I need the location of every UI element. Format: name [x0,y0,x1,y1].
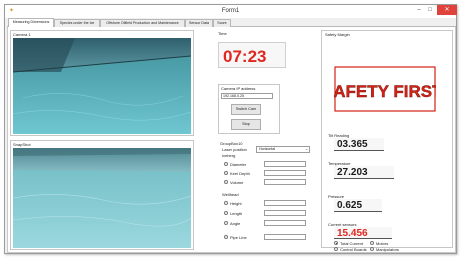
volume-label: Volume [230,180,244,185]
control-boards-radio[interactable] [334,247,338,251]
total-current-label: Total Current [340,241,363,246]
camera-panel-title: Camera 1 [13,32,31,37]
diameter-input[interactable] [264,161,306,167]
safety-sign-graphic: SAFETY FIRST! [334,66,436,112]
tilt-reading-display: 03.365 [334,138,384,151]
tab-content: Camera 1 SnapShot Time 07:23 Camera IP a… [7,27,456,253]
keel-depth-input[interactable] [264,170,306,176]
close-button[interactable]: ✕ [437,5,457,15]
height-label: Height [230,201,242,206]
height-input[interactable] [264,200,306,206]
manipulators-radio[interactable] [370,247,374,251]
chevron-down-icon: ⌄ [305,147,308,151]
angle-label: Angle [230,221,241,226]
tab-score[interactable]: Score [213,19,231,27]
safety-margin-label: Safety Margin [325,32,350,37]
control-boards-label: Control Boards [340,247,367,252]
camera-ip-panel: Camera IP address 192.168.0.25 Switch Ca… [218,84,280,134]
angle-radio[interactable] [224,221,228,225]
measurement-panel: GroupBox10 Laser position Horizontal ⌄ I… [218,140,312,250]
keel-depth-label: Keel Depth [230,171,250,176]
time-panel: Time 07:23 [214,30,310,88]
app-window: ✦ Form1 – □ ✕ Measuring Dimensions Speci… [4,4,457,254]
keel-depth-radio[interactable] [224,171,228,175]
motors-radio[interactable] [370,241,374,245]
stop-button[interactable]: Stop [231,119,261,130]
length-label: Length [230,211,243,216]
camera-panel: Camera 1 [10,30,194,136]
snapshot-image [13,148,191,248]
length-input[interactable] [264,210,306,216]
pressure-value: 0.625 [337,200,363,211]
total-current-radio[interactable] [334,241,338,245]
volume-input[interactable] [264,179,306,185]
snapshot-panel-title: SnapShot [13,142,31,147]
diameter-label: Diameter [230,162,247,167]
tab-strip: Measuring Dimensions Species under the I… [7,18,456,28]
angle-input[interactable] [264,220,306,226]
camera-ip-input[interactable]: 192.168.0.25 [221,93,273,99]
time-value: 07:23 [223,47,267,66]
window-title: Form1 [221,8,240,14]
measurement-panel-title: GroupBox10 [220,141,243,146]
iceberg-label: Iceberg [222,153,236,158]
laser-position-select[interactable]: Horizontal ⌄ [256,146,310,153]
tab-species-under-ice[interactable]: Species under the Ice [54,19,100,27]
safety-sign-text: SAFETY FIRST! [334,82,436,101]
camera-feed [13,38,191,134]
maximize-button[interactable]: □ [425,5,435,15]
time-display: 07:23 [218,42,286,68]
laser-position-label: Laser position [222,147,247,152]
diameter-radio[interactable] [224,162,228,166]
wellhead-label: Wellhead [222,192,239,197]
pipe-line-label: Pipe Line [230,235,247,240]
volume-radio[interactable] [224,180,228,184]
length-radio[interactable] [224,211,228,215]
motors-label: Motors [376,241,389,246]
pressure-display: 0.625 [334,199,382,212]
laser-position-value: Horizontal [259,147,276,151]
tab-offshore-oilfield[interactable]: Offshore Oilfield Production and Mainten… [100,19,185,27]
temperature-display: 27.203 [334,166,394,179]
current-sensors-display: 15.456 [334,227,392,239]
camera-ip-label: Camera IP address [221,86,256,91]
safety-first-sign: SAFETY FIRST! [334,66,436,112]
switch-cam-button[interactable]: Switch Cam [231,104,261,115]
minimize-button[interactable]: – [414,5,424,15]
pipe-line-input[interactable] [264,234,306,240]
height-radio[interactable] [224,201,228,205]
tilt-reading-value: 03.365 [337,139,368,150]
title-bar: ✦ Form1 – □ ✕ [5,5,457,18]
safety-panel: Safety Margin SAFETY FIRST! Tilt Reading… [321,30,453,248]
snapshot-panel: SnapShot [10,140,194,250]
current-sensors-value: 15.456 [337,228,368,239]
tab-sensor-data[interactable]: Sensor Data [185,19,213,27]
temperature-value: 27.203 [337,167,368,178]
pipe-line-radio[interactable] [224,235,228,239]
manipulators-label: Manipulators [376,247,399,252]
time-label: Time [218,31,227,36]
